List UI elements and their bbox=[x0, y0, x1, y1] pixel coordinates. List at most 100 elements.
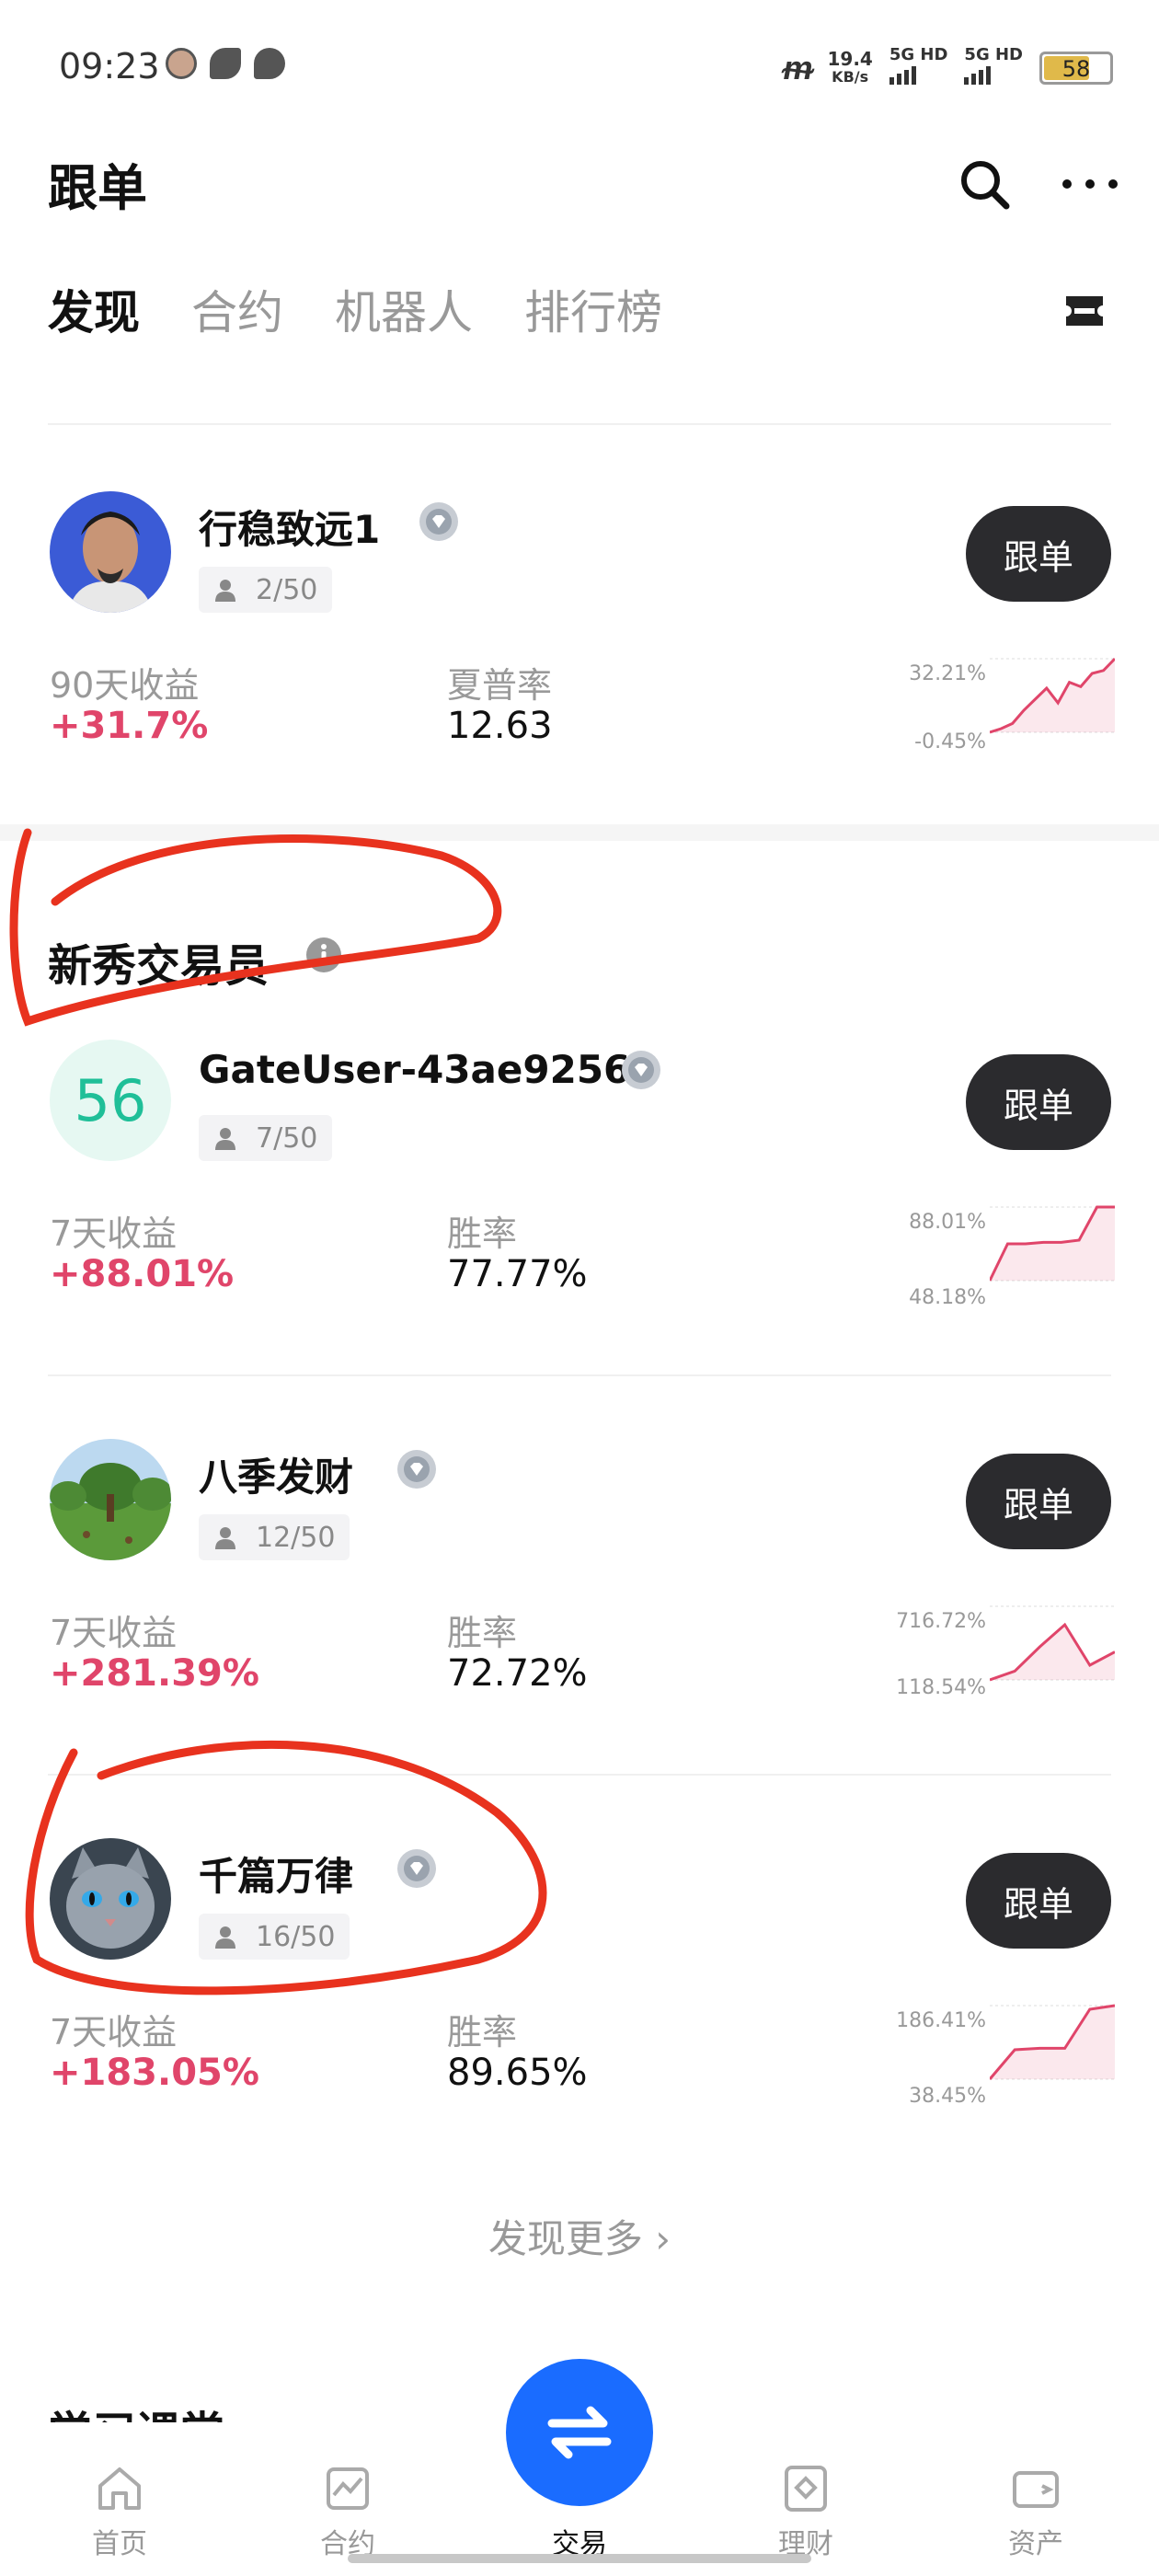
avatar-text: 56 bbox=[74, 1066, 147, 1134]
avatar[interactable] bbox=[50, 491, 171, 613]
spark-min-label: 48.18% bbox=[909, 1286, 986, 1309]
status-bar: 09:23 ᵯ 19.4 KB/s 5G HD 5G HD 58 bbox=[0, 0, 1159, 138]
spark-max-label: 716.72% bbox=[896, 1610, 986, 1633]
signal-1: 5G HD bbox=[889, 46, 947, 89]
follower-count: 7/50 bbox=[199, 1115, 333, 1161]
next-section-title: 学习课堂 bbox=[48, 2397, 224, 2422]
stat-value: +183.05% bbox=[50, 2052, 259, 2094]
sparkline bbox=[990, 2004, 1115, 2080]
swap-icon bbox=[547, 2406, 612, 2459]
user-icon bbox=[215, 1527, 235, 1549]
follower-count: 12/50 bbox=[199, 1514, 350, 1560]
bottom-nav: 首页 合约 交易 理财 资产 bbox=[0, 2359, 1159, 2576]
page-header: 跟单 bbox=[0, 138, 1159, 267]
nav-home[interactable]: 首页 bbox=[55, 2462, 184, 2561]
battery-icon: 58 bbox=[1039, 51, 1113, 85]
avatar[interactable] bbox=[50, 1439, 171, 1560]
app-notification-icon bbox=[210, 48, 241, 79]
follow-button[interactable]: 跟单 bbox=[966, 1054, 1111, 1150]
trader-name[interactable]: 行稳致远1 bbox=[199, 499, 380, 555]
trader-name[interactable]: 千篇万律 bbox=[199, 1846, 353, 1902]
page-title: 跟单 bbox=[48, 159, 147, 217]
notification-icons bbox=[166, 48, 285, 79]
tab-robot[interactable]: 机器人 bbox=[335, 276, 473, 350]
trader-card[interactable]: 千篇万律 16/50 跟单 7天收益 +183.05% 胜率 89.65% 18… bbox=[0, 1838, 1159, 2225]
tab-discover[interactable]: 发现 bbox=[48, 276, 140, 350]
nav-assets[interactable]: 资产 bbox=[971, 2462, 1100, 2561]
stat-value: 72.72% bbox=[447, 1652, 588, 1695]
divider bbox=[48, 1774, 1111, 1776]
spark-max-label: 88.01% bbox=[909, 1211, 986, 1234]
spark-min-label: 38.45% bbox=[909, 2085, 986, 2108]
home-indicator[interactable] bbox=[348, 2554, 811, 2563]
avatar-notification-icon bbox=[166, 48, 197, 79]
divider bbox=[48, 1374, 1111, 1376]
tab-leaderboard[interactable]: 排行榜 bbox=[524, 276, 662, 350]
medal-icon bbox=[622, 1051, 660, 1089]
trader-card[interactable]: 行稳致远1 2/50 跟单 90天收益 +31.7% 夏普率 12.63 32.… bbox=[0, 491, 1159, 878]
info-icon[interactable] bbox=[305, 937, 342, 973]
battery-level: 58 bbox=[1061, 55, 1091, 82]
divider bbox=[48, 423, 1111, 425]
user-icon bbox=[215, 1128, 235, 1150]
stat-value: 89.65% bbox=[447, 2052, 588, 2094]
wallet-icon bbox=[1013, 2471, 1059, 2508]
stat-label: 胜率 bbox=[447, 2012, 518, 2053]
home-icon bbox=[98, 2467, 141, 2510]
user-icon bbox=[215, 580, 235, 602]
spark-max-label: 186.41% bbox=[896, 2009, 986, 2032]
section-title: 新秀交易员 bbox=[48, 940, 270, 992]
user-icon bbox=[215, 1926, 235, 1949]
spark-min-label: -0.45% bbox=[914, 730, 986, 753]
chart-icon bbox=[327, 2467, 369, 2510]
spark-area bbox=[990, 1625, 1115, 1680]
trader-card[interactable]: 56 GateUser-43ae9256 7/50 跟单 7天收益 +88.01… bbox=[0, 1040, 1159, 1426]
stat-label: 胜率 bbox=[447, 1213, 518, 1254]
stat-value: +281.39% bbox=[50, 1652, 259, 1695]
medal-icon bbox=[419, 502, 458, 541]
stat-label: 夏普率 bbox=[447, 665, 553, 706]
follow-button[interactable]: 跟单 bbox=[966, 506, 1111, 602]
nav-contract[interactable]: 合约 bbox=[283, 2462, 412, 2561]
signal-2: 5G HD bbox=[964, 46, 1023, 89]
status-indicators: ᵯ 19.4 KB/s 5G HD 5G HD 58 bbox=[783, 46, 1113, 89]
stat-label: 7天收益 bbox=[50, 1613, 178, 1653]
avatar[interactable] bbox=[50, 1838, 171, 1960]
stat-label: 胜率 bbox=[447, 1613, 518, 1653]
follow-button[interactable]: 跟单 bbox=[966, 1853, 1111, 1949]
spark-max-label: 32.21% bbox=[909, 662, 986, 685]
stat-label: 7天收益 bbox=[50, 1213, 178, 1254]
trader-card[interactable]: 八季发财 12/50 跟单 7天收益 +281.39% 胜率 72.72% 71… bbox=[0, 1439, 1159, 1825]
status-time: 09:23 bbox=[59, 46, 160, 86]
tab-contract[interactable]: 合约 bbox=[191, 276, 283, 350]
tab-bar: 发现 合约 机器人 排行榜 bbox=[48, 276, 662, 350]
stat-value: 12.63 bbox=[447, 705, 553, 747]
avatar[interactable]: 56 bbox=[50, 1040, 171, 1161]
more-icon[interactable] bbox=[1058, 166, 1122, 202]
follower-count: 2/50 bbox=[199, 567, 333, 613]
sparkline bbox=[990, 1605, 1115, 1682]
diamond-box-icon bbox=[785, 2466, 827, 2512]
network-speed: 19.4 KB/s bbox=[827, 47, 873, 86]
spark-min-label: 118.54% bbox=[896, 1676, 986, 1699]
nav-finance[interactable]: 理财 bbox=[741, 2462, 870, 2561]
follower-count: 16/50 bbox=[199, 1914, 350, 1960]
signal-bars-icon bbox=[889, 64, 916, 85]
spark-area bbox=[990, 2006, 1115, 2079]
trade-button[interactable] bbox=[506, 2359, 653, 2506]
sparkline bbox=[990, 1205, 1115, 1282]
section-divider bbox=[0, 824, 1159, 841]
trader-name[interactable]: GateUser-43ae9256 bbox=[199, 1047, 630, 1092]
follow-button[interactable]: 跟单 bbox=[966, 1454, 1111, 1549]
discover-more-link[interactable]: 发现更多 › bbox=[0, 2208, 1159, 2264]
stat-label: 90天收益 bbox=[50, 665, 200, 706]
stat-label: 7天收益 bbox=[50, 2012, 178, 2053]
search-icon[interactable] bbox=[957, 156, 1012, 212]
ticket-icon[interactable] bbox=[1063, 293, 1106, 329]
signal-bars-icon bbox=[964, 64, 992, 85]
carrier-logo-icon: ᵯ bbox=[783, 49, 812, 87]
stat-value: +88.01% bbox=[50, 1253, 235, 1295]
sparkline bbox=[990, 657, 1115, 734]
trader-name[interactable]: 八季发财 bbox=[199, 1446, 353, 1502]
message-notification-icon bbox=[254, 48, 285, 79]
